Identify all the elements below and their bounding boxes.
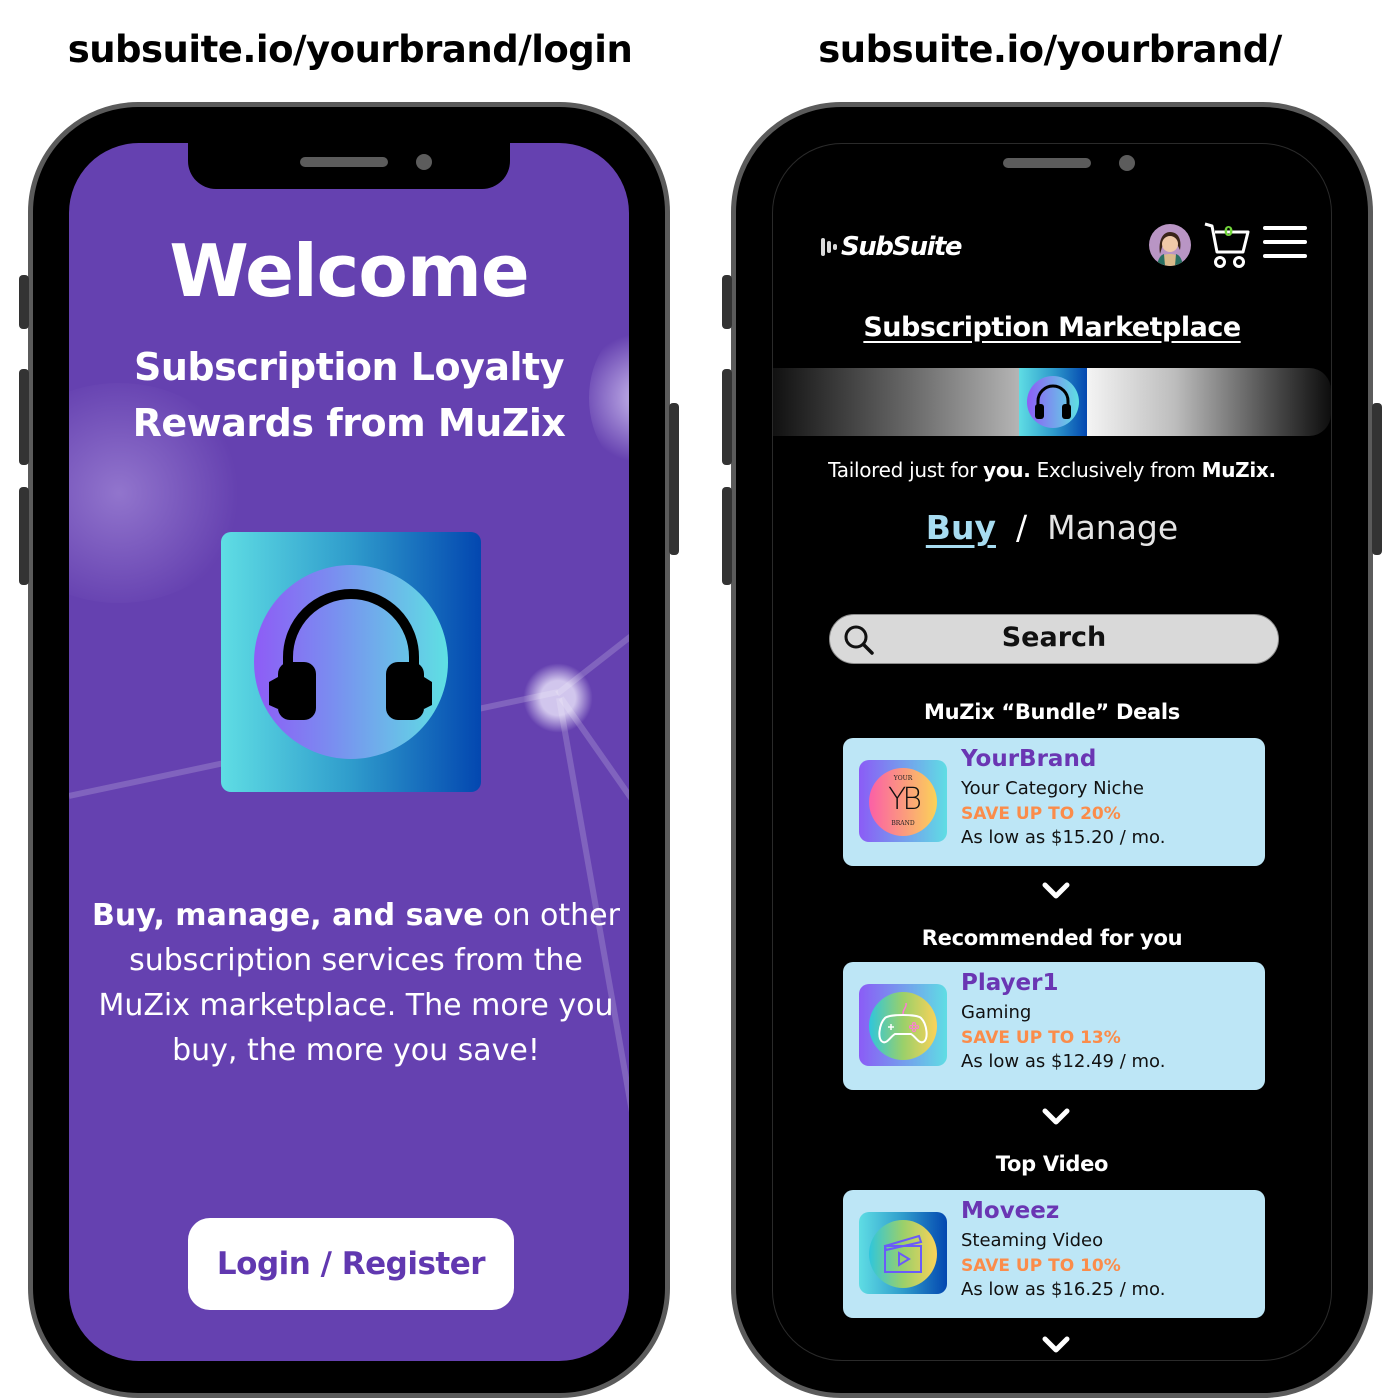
muzix-app-icon [221, 532, 481, 792]
phone-power-button [1372, 403, 1382, 555]
phone-side-button [19, 275, 29, 329]
game-controller-icon [878, 1002, 928, 1044]
card-price: As low as $16.25 / mo. [961, 1279, 1166, 1300]
front-camera [1119, 155, 1135, 171]
welcome-subheading: Subscription Loyalty Rewards from MuZix [69, 339, 629, 451]
front-camera [416, 154, 432, 170]
phone-side-button [722, 275, 732, 329]
subsuite-logo[interactable]: SubSuite [821, 232, 963, 262]
subscription-card-yourbrand[interactable]: YOUR YB BRAND YourBrand Your Category Ni… [843, 738, 1265, 866]
card-name: Player1 [961, 970, 1059, 996]
tab-separator: / [1015, 508, 1028, 547]
player1-logo-icon [859, 984, 947, 1066]
headphones-icon [1035, 384, 1071, 419]
background-light-node [523, 663, 593, 733]
cart-count-badge: 0 [1224, 225, 1234, 240]
chevron-down-icon[interactable] [1041, 880, 1071, 902]
login-screen: Welcome Subscription Loyalty Rewards fro… [69, 143, 629, 1361]
clapperboard-icon [883, 1234, 923, 1273]
card-savings: SAVE UP TO 20% [961, 804, 1121, 824]
welcome-description: Buy, manage, and save on other subscript… [83, 893, 629, 1073]
card-savings: SAVE UP TO 13% [961, 1028, 1121, 1048]
tab-manage[interactable]: Manage [1047, 508, 1178, 547]
phone-volume-down-button [722, 487, 732, 585]
logo-text: SubSuite [841, 232, 963, 262]
phone-power-button [669, 403, 679, 555]
section-title-top-video: Top Video [995, 1152, 1109, 1176]
login-register-button[interactable]: Login / Register [188, 1218, 514, 1310]
login-url-label: subsuite.io/yourbrand/login [67, 28, 633, 71]
marketplace-screen: SubSuite 0 Subscription Marketplace Tail… [772, 143, 1332, 1361]
muzix-banner-icon [1019, 368, 1087, 436]
card-savings: SAVE UP TO 10% [961, 1256, 1121, 1276]
subheading-line-1: Subscription Loyalty [133, 345, 565, 389]
phone-frame-login: Welcome Subscription Loyalty Rewards fro… [19, 102, 679, 1398]
chevron-down-icon[interactable] [1041, 1106, 1071, 1128]
chevron-down-icon[interactable] [1041, 1334, 1071, 1356]
subheading-line-2: Rewards from MuZix [132, 401, 566, 445]
search-placeholder: Search [1001, 622, 1107, 653]
headphones-icon [269, 589, 432, 720]
phone-volume-up-button [19, 369, 29, 465]
card-category: Gaming [961, 1002, 1032, 1023]
yourbrand-logo-icon: YOUR YB BRAND [859, 760, 947, 842]
phone-notch [891, 144, 1213, 190]
menu-button[interactable] [1263, 226, 1307, 260]
card-category: Steaming Video [961, 1230, 1104, 1251]
card-name: YourBrand [961, 746, 1097, 772]
speaker-grille [300, 157, 388, 167]
marketplace-title: Subscription Marketplace [863, 312, 1241, 343]
subscription-card-player1[interactable]: Player1 Gaming SAVE UP TO 13% As low as … [843, 962, 1265, 1090]
shopping-cart-button[interactable]: 0 [1203, 220, 1251, 268]
card-name: Moveez [961, 1198, 1060, 1224]
background-light-beam [555, 531, 629, 697]
marketplace-url-label: subsuite.io/yourbrand/ [818, 28, 1282, 71]
welcome-heading: Welcome [169, 229, 529, 313]
user-avatar[interactable] [1149, 224, 1191, 266]
tab-buy[interactable]: Buy [926, 508, 996, 547]
speaker-grille [1003, 158, 1091, 168]
card-category: Your Category Niche [961, 778, 1144, 799]
avatar-person-icon [1157, 232, 1183, 266]
description-bold: Buy, manage, and save [92, 898, 484, 933]
brand-banner [773, 368, 1331, 436]
tagline: Tailored just for you. Exclusively from … [828, 458, 1276, 482]
top-navigation-bar: SubSuite 0 [821, 222, 1307, 282]
phone-volume-up-button [722, 369, 732, 465]
subscription-card-moveez[interactable]: Moveez Steaming Video SAVE UP TO 10% As … [843, 1190, 1265, 1318]
moveez-logo-icon [859, 1212, 947, 1294]
card-price: As low as $15.20 / mo. [961, 827, 1166, 848]
subsuite-logo-icon [821, 238, 837, 256]
card-price: As low as $12.49 / mo. [961, 1051, 1166, 1072]
section-title-recommended: Recommended for you [921, 926, 1183, 950]
section-title-bundle-deals: MuZix “Bundle” Deals [924, 700, 1180, 724]
phone-frame-marketplace: SubSuite 0 Subscription Marketplace Tail… [722, 102, 1382, 1398]
buy-manage-tabs: Buy / Manage [773, 508, 1331, 547]
phone-volume-down-button [19, 487, 29, 585]
phone-notch [188, 143, 510, 189]
search-input[interactable]: Search [829, 614, 1279, 664]
